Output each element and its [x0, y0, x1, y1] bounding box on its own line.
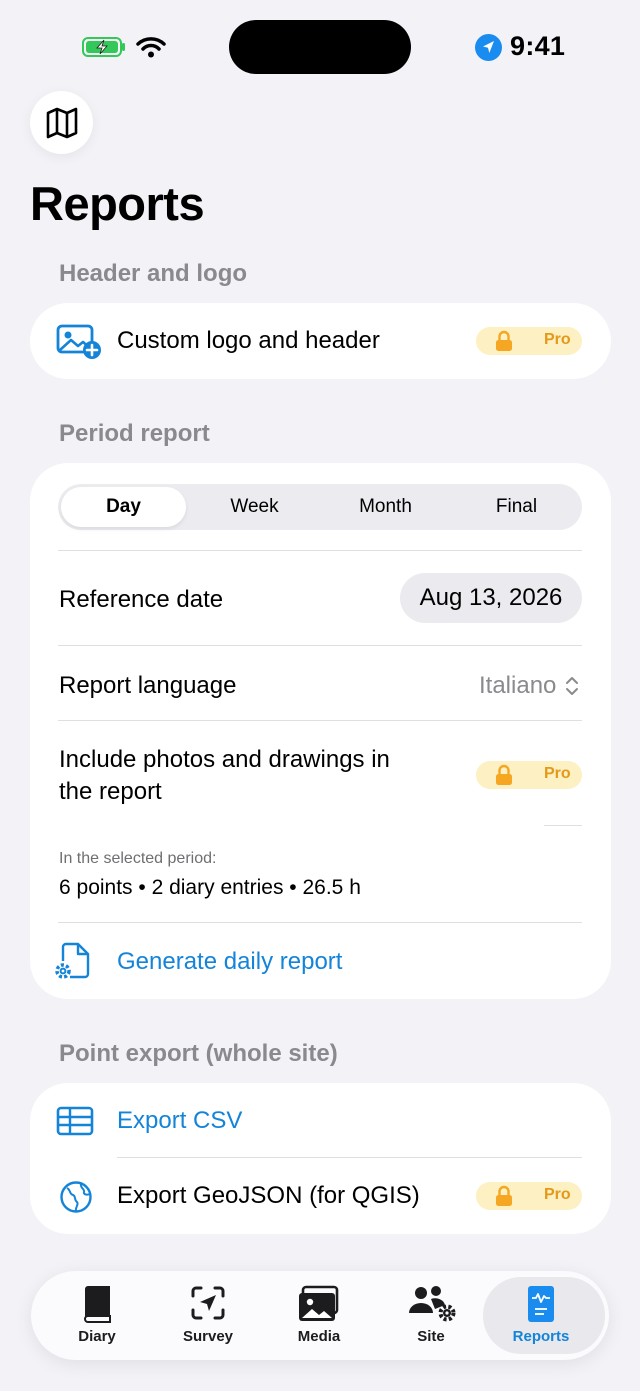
location-icon: [475, 34, 502, 61]
tab-diary-label: Diary: [78, 1328, 116, 1345]
book-icon: [83, 1286, 111, 1323]
reports-screen: 9:41 Reports Header and logo Custom logo…: [0, 0, 640, 1391]
generate-report-button[interactable]: Generate daily report: [30, 923, 611, 999]
pro-badge-label: Pro: [544, 1186, 571, 1203]
dynamic-island: [229, 20, 411, 74]
report-language-label: Report language: [59, 672, 237, 699]
reference-date-label: Reference date: [59, 586, 224, 613]
divider: [58, 720, 582, 721]
battery-charging-icon: [82, 37, 125, 57]
report-language-picker[interactable]: Italiano: [470, 668, 582, 702]
tab-site[interactable]: Site: [375, 1271, 487, 1360]
export-csv-button[interactable]: Export CSV: [30, 1083, 611, 1158]
tab-survey[interactable]: Survey: [152, 1271, 264, 1360]
tab-diary[interactable]: Diary: [41, 1271, 153, 1360]
segment-month[interactable]: Month: [323, 487, 448, 527]
map-button[interactable]: [30, 91, 93, 154]
tab-reports-label: Reports: [512, 1328, 570, 1345]
status-bar: 9:41: [0, 0, 640, 90]
reference-date-picker[interactable]: Aug 13, 2026: [400, 573, 582, 623]
tab-bar: Diary Survey Media Site Reports: [31, 1271, 609, 1360]
status-time: 9:41: [510, 31, 566, 61]
tab-media[interactable]: Media: [263, 1271, 375, 1360]
tab-media-label: Media: [297, 1328, 341, 1345]
summary-caption: In the selected period:: [59, 850, 217, 867]
divider: [58, 550, 582, 551]
include-photos-label-line1: Include photos and drawings in: [59, 746, 390, 773]
include-photos-label-line2: the report: [59, 778, 162, 805]
report-language-value: Italiano: [479, 672, 557, 699]
tab-survey-label: Survey: [182, 1328, 234, 1345]
lock-icon: [496, 330, 512, 351]
generate-report-label: Generate daily report: [117, 948, 343, 975]
custom-logo-row[interactable]: Custom logo and header Pro: [30, 303, 611, 379]
section-label-export: Point export (whole site): [59, 1040, 338, 1067]
page-title: Reports: [30, 177, 205, 230]
document-gear-icon: [55, 942, 90, 979]
export-csv-label: Export CSV: [117, 1107, 243, 1134]
survey-viewfinder-icon: [191, 1286, 225, 1320]
tab-site-label: Site: [417, 1328, 445, 1345]
segment-final[interactable]: Final: [454, 487, 579, 527]
lock-icon: [496, 764, 512, 785]
lock-icon: [496, 1185, 512, 1206]
divider: [544, 825, 582, 826]
wifi-icon: [136, 37, 166, 58]
divider: [58, 645, 582, 646]
period-segmented-control: Day Week Month Final: [58, 484, 582, 530]
table-icon: [56, 1106, 94, 1136]
export-geojson-row[interactable]: Export GeoJSON (for QGIS) Pro: [30, 1158, 611, 1234]
section-label-period: Period report: [59, 420, 210, 447]
chevron-up-down-icon: [566, 677, 578, 695]
globe-icon: [60, 1181, 92, 1213]
image-add-icon: [56, 324, 101, 359]
segment-day[interactable]: Day: [61, 487, 186, 527]
map-icon: [46, 107, 77, 138]
summary-text: 6 points • 2 diary entries • 26.5 h: [59, 876, 361, 899]
pro-badge: Pro: [476, 1182, 582, 1210]
tab-reports[interactable]: Reports: [483, 1271, 605, 1360]
pro-badge-label: Pro: [544, 331, 571, 348]
report-document-icon: [528, 1286, 554, 1322]
period-report-card: Day Week Month Final Reference date Aug …: [30, 463, 611, 999]
custom-logo-label: Custom logo and header: [117, 327, 380, 354]
section-label-header: Header and logo: [59, 260, 248, 287]
pro-badge: Pro: [476, 327, 582, 355]
pro-badge-label: Pro: [544, 765, 571, 782]
pro-badge: Pro: [476, 761, 582, 789]
people-gear-icon: [409, 1286, 456, 1322]
segment-week[interactable]: Week: [192, 487, 317, 527]
photos-icon: [299, 1285, 339, 1321]
header-logo-card: Custom logo and header Pro: [30, 303, 611, 379]
export-card: Export CSV Export GeoJSON (for QGIS) Pro: [30, 1083, 611, 1234]
export-geojson-label: Export GeoJSON (for QGIS): [117, 1182, 420, 1209]
